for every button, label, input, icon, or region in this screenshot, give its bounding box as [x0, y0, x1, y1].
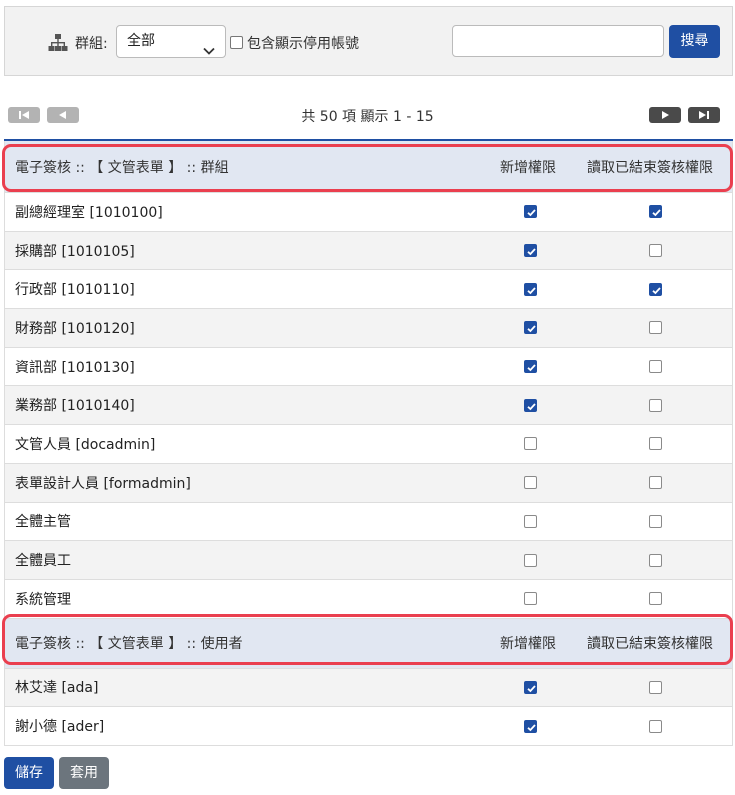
next-page-icon [662, 111, 669, 119]
checkmark-icon [527, 403, 536, 411]
read-permission-checkbox[interactable] [649, 514, 662, 528]
group-row: 系統管理 [5, 579, 732, 619]
group-name: 全體主管 [15, 514, 71, 531]
group-row: 表單設計人員 [formadmin] [5, 463, 732, 503]
chevron-down-icon [203, 37, 215, 55]
group-name: 系統管理 [15, 591, 71, 608]
search-input[interactable] [452, 25, 664, 57]
group-name: 業務部 [1010140] [15, 398, 135, 415]
add-permission-checkbox[interactable] [524, 514, 537, 528]
add-permission-checkbox[interactable] [524, 282, 537, 296]
add-permission-checkbox[interactable] [524, 592, 537, 606]
apply-button[interactable]: 套用 [59, 757, 109, 789]
group-row: 文管人員 [docadmin] [5, 425, 732, 464]
read-permission-checkbox[interactable] [649, 282, 662, 296]
add-permission-checkbox[interactable] [524, 719, 537, 733]
groups-section-title: 電子簽核 :: 【 文管表單 】 :: 群組 [15, 159, 229, 176]
filter-toolbar: 群組: 全部 包含顯示停用帳號 搜尋 [4, 6, 733, 76]
checkmark-icon [527, 723, 536, 731]
checkmark-icon [527, 287, 536, 294]
read-permission-checkbox[interactable] [649, 719, 662, 733]
group-select[interactable]: 全部 [116, 25, 226, 58]
group-row: 資訊部 [1010130] [5, 347, 732, 387]
group-name: 資訊部 [1010130] [15, 359, 135, 376]
checkmark-icon [527, 248, 536, 256]
checkmark-icon [652, 287, 661, 294]
checkmark-icon [527, 325, 536, 333]
group-name: 財務部 [1010120] [15, 320, 135, 337]
group-name: 表單設計人員 [formadmin] [15, 475, 191, 492]
read-permission-checkbox[interactable] [649, 592, 662, 606]
user-row: 林艾達 [ada] [5, 668, 732, 708]
group-rows: 副總經理室 [1010100] 採購部 [1010105] 行政部 [1010110… [5, 193, 732, 619]
group-label: 群組: [75, 36, 108, 52]
checkmark-icon [527, 685, 536, 693]
group-row: 全體員工 [5, 541, 732, 580]
group-name: 全體員工 [15, 553, 71, 570]
read-permission-checkbox[interactable] [649, 360, 662, 374]
group-row: 業務部 [1010140] [5, 386, 732, 426]
group-select-value: 全部 [127, 33, 155, 49]
read-permission-checkbox[interactable] [649, 321, 662, 335]
read-permission-checkbox[interactable] [649, 437, 662, 451]
users-col-add-header: 新增權限 [500, 636, 556, 653]
add-permission-checkbox[interactable] [524, 398, 537, 412]
add-permission-checkbox[interactable] [524, 553, 537, 567]
user-row: 謝小德 [ader] [5, 707, 732, 746]
user-name: 林艾達 [ada] [15, 680, 99, 697]
groups-section-header: 電子簽核 :: 【 文管表單 】 :: 群組 新增權限 讀取已結束簽核權限 [5, 141, 732, 193]
group-row: 採購部 [1010105] [5, 231, 732, 271]
group-row: 副總經理室 [1010100] [5, 193, 732, 232]
last-page-button[interactable] [688, 107, 720, 123]
group-row: 財務部 [1010120] [5, 309, 732, 348]
add-permission-checkbox[interactable] [524, 205, 537, 219]
group-row: 行政部 [1010110] [5, 270, 732, 310]
groups-col-read-header: 讀取已結束簽核權限 [587, 159, 713, 176]
group-row: 全體主管 [5, 502, 732, 542]
group-name: 文管人員 [docadmin] [15, 436, 156, 453]
group-name: 副總經理室 [1010100] [15, 204, 163, 221]
checkmark-icon [652, 209, 661, 217]
permissions-table: 電子簽核 :: 【 文管表單 】 :: 群組 新增權限 讀取已結束簽核權限 副總… [4, 141, 733, 746]
last-page-icon [699, 111, 709, 119]
add-permission-checkbox[interactable] [524, 360, 537, 374]
read-permission-checkbox[interactable] [649, 476, 662, 490]
users-col-read-header: 讀取已結束簽核權限 [587, 636, 713, 653]
add-permission-checkbox[interactable] [524, 437, 537, 451]
read-permission-checkbox[interactable] [649, 398, 662, 412]
save-button[interactable]: 儲存 [4, 757, 54, 789]
read-permission-checkbox[interactable] [649, 244, 662, 258]
users-section-title: 電子簽核 :: 【 文管表單 】 :: 使用者 [15, 636, 243, 653]
checkmark-icon [527, 209, 536, 217]
user-name: 謝小德 [ader] [15, 719, 105, 736]
add-permission-checkbox[interactable] [524, 680, 537, 694]
users-section-header: 電子簽核 :: 【 文管表單 】 :: 使用者 新增權限 讀取已結束簽核權限 [5, 618, 732, 669]
group-name: 行政部 [1010110] [15, 282, 135, 299]
user-rows: 林艾達 [ada] 謝小德 [ader] [5, 668, 732, 746]
groups-col-add-header: 新增權限 [500, 159, 556, 176]
include-disabled-label: 包含顯示停用帳號 [247, 36, 359, 52]
pager-info: 共 50 項 顯示 1 - 15 [301, 109, 434, 125]
search-button[interactable]: 搜尋 [669, 25, 720, 58]
add-permission-checkbox[interactable] [524, 321, 537, 335]
read-permission-checkbox[interactable] [649, 205, 662, 219]
read-permission-checkbox[interactable] [649, 680, 662, 694]
next-page-button[interactable] [649, 107, 681, 123]
checkmark-icon [527, 364, 536, 372]
add-permission-checkbox[interactable] [524, 244, 537, 258]
group-name: 採購部 [1010105] [15, 243, 135, 260]
add-permission-checkbox[interactable] [524, 476, 537, 490]
include-disabled-checkbox[interactable] [230, 36, 243, 49]
read-permission-checkbox[interactable] [649, 553, 662, 567]
org-chart-icon [48, 33, 68, 53]
